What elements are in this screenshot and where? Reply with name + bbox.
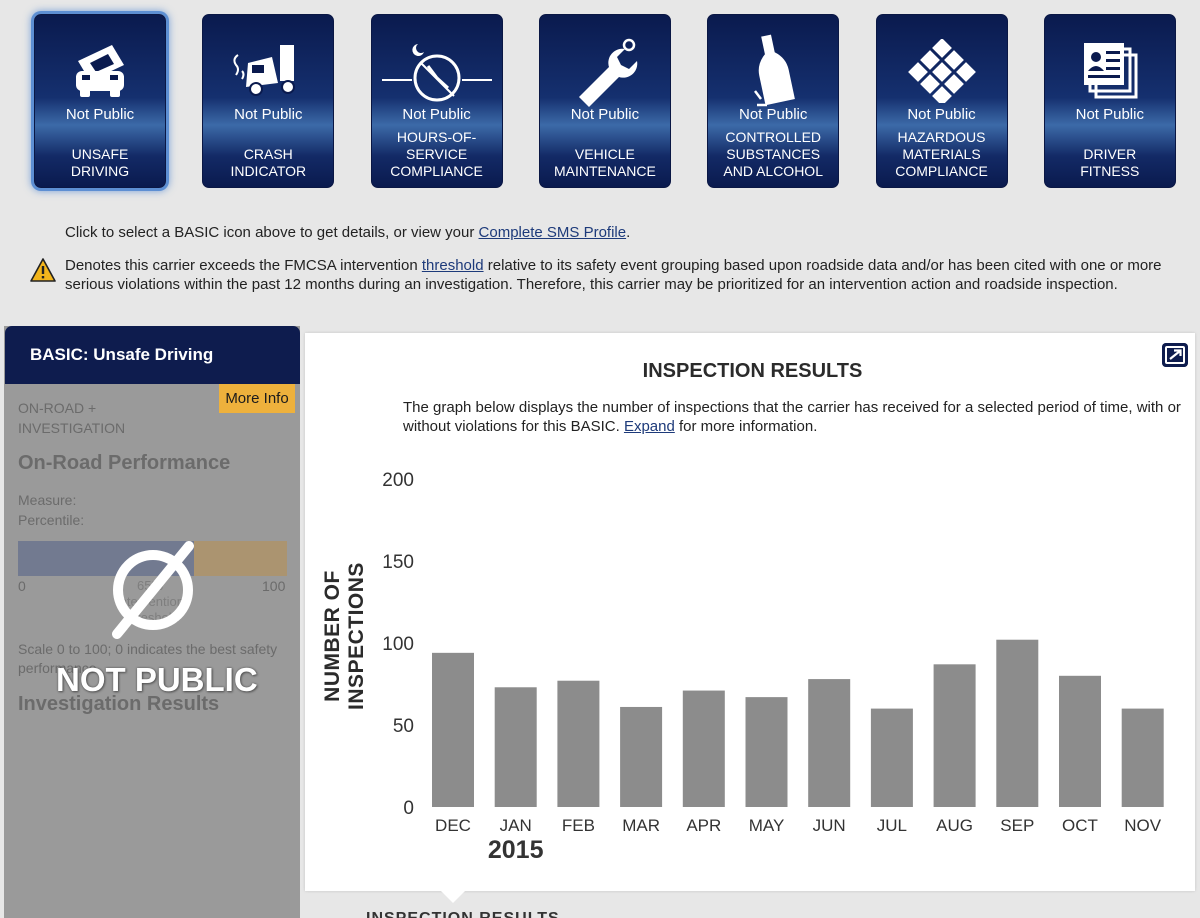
bar-feb[interactable] [557,680,600,807]
bar-may[interactable] [745,697,788,807]
y-tick-label: 200 [382,470,414,491]
y-tick-label: 150 [382,552,414,573]
x-tick-label: DEC [435,816,471,835]
bar-apr[interactable] [682,690,725,807]
x-tick-label: SEP [1000,816,1034,835]
bar-mar[interactable] [620,706,663,807]
x-tick-label: NOV [1124,816,1162,835]
x-tick-label: JAN [500,816,532,835]
y-tick-label: 50 [393,716,414,737]
x-tick-label: OCT [1062,816,1098,835]
x-tick-label: APR [686,816,721,835]
below-card-title: INSPECTION RESULTS [366,910,560,918]
bar-sep[interactable] [996,639,1039,807]
x-tick-label: MAY [749,816,785,835]
bar-dec[interactable] [432,652,474,807]
bar-aug[interactable] [933,664,976,807]
x-tick-label: MAR [622,816,660,835]
y-tick-label: 0 [403,798,414,819]
x-tick-label: JUN [813,816,846,835]
card-pointer [440,890,466,903]
x-tick-label: JUL [877,816,907,835]
bar-nov[interactable] [1121,708,1164,807]
x-tick-label: AUG [936,816,973,835]
inspection-bar-chart: 0 50 100 150 200 DEC JAN FEB MAR APR MAY JUN JUL AUG S… [382,470,1164,864]
bar-jul[interactable] [870,708,913,807]
x-tick-label: FEB [562,816,595,835]
year-label: 2015 [488,836,544,864]
bar-oct[interactable] [1059,675,1101,807]
bar-jan[interactable] [494,687,537,807]
y-tick-label: 100 [382,634,414,655]
bar-jun[interactable] [808,679,851,807]
